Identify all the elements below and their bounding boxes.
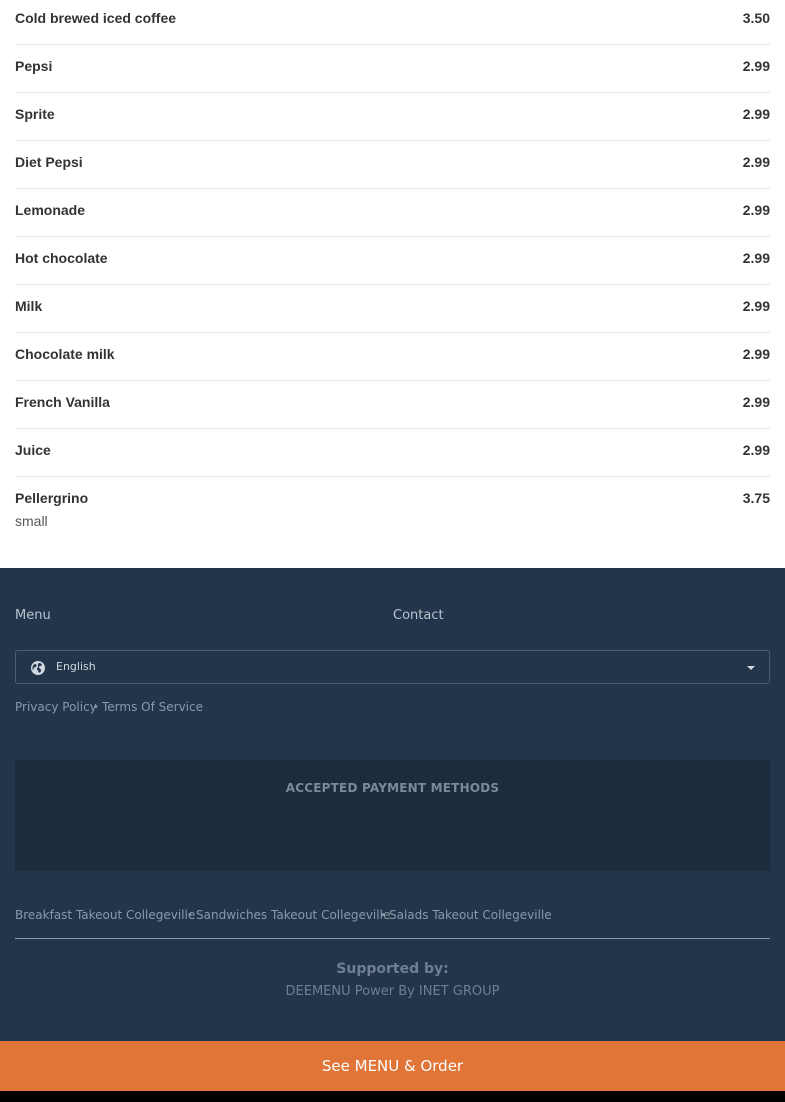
category-link[interactable]: Salads Takeout Collegeville: [389, 908, 552, 923]
cta-label: See MENU & Order: [321, 1057, 464, 1075]
item-divider: [15, 284, 770, 285]
menu-item[interactable]: Chocolate milk 2.99: [15, 346, 770, 366]
item-name: Cold brewed iced coffee: [15, 10, 177, 26]
item-divider: [15, 188, 770, 189]
privacy-policy-link[interactable]: Privacy Policy: [15, 700, 97, 715]
menu-item[interactable]: Cold brewed iced coffee 3.50: [15, 10, 770, 30]
menu-list: Cold brewed iced coffee 3.50 Pepsi 2.99 …: [0, 0, 785, 568]
separator-dot: •: [93, 702, 99, 713]
menu-item[interactable]: Pepsi 2.99: [15, 58, 770, 78]
item-price: 3.75: [742, 490, 770, 506]
separator-dot: •: [380, 910, 386, 921]
footer-divider: [15, 938, 770, 939]
item-divider: [15, 44, 770, 45]
item-price: 2.99: [742, 202, 770, 218]
menu-item[interactable]: Diet Pepsi 2.99: [15, 154, 770, 174]
item-price: 2.99: [742, 154, 770, 170]
footer-contact-link[interactable]: Contact: [393, 608, 444, 624]
menu-item[interactable]: French Vanilla 2.99: [15, 394, 770, 414]
item-price: 2.99: [742, 250, 770, 266]
menu-item[interactable]: Juice 2.99: [15, 442, 770, 462]
item-name: Lemonade: [15, 202, 86, 218]
language-label: English: [56, 660, 96, 673]
item-divider: [15, 140, 770, 141]
item-name: Juice: [15, 442, 51, 458]
payment-methods-panel: ACCEPTED PAYMENT METHODS: [15, 760, 770, 871]
footer: Menu Contact English Privacy Policy • Te…: [0, 568, 785, 1041]
item-name: Pepsi: [15, 58, 53, 74]
category-link[interactable]: Breakfast Takeout Collegeville: [15, 908, 195, 923]
menu-item[interactable]: Sprite 2.99: [15, 106, 770, 126]
item-price: 2.99: [742, 298, 770, 314]
menu-item[interactable]: Pellergrino 3.75 small: [15, 490, 770, 534]
item-divider: [15, 236, 770, 237]
item-divider: [15, 476, 770, 477]
menu-item[interactable]: Lemonade 2.99: [15, 202, 770, 222]
item-price: 2.99: [742, 58, 770, 74]
category-link[interactable]: Sandwiches Takeout Collegeville: [196, 908, 390, 923]
item-price: 2.99: [742, 442, 770, 458]
item-name: Chocolate milk: [15, 346, 115, 362]
item-price: 2.99: [742, 394, 770, 410]
caret-down-icon: [747, 666, 755, 670]
item-description: small: [15, 513, 48, 529]
item-divider: [15, 428, 770, 429]
item-price: 2.99: [742, 346, 770, 362]
item-name: Hot chocolate: [15, 250, 108, 266]
item-name: Sprite: [15, 106, 55, 122]
supported-by-text[interactable]: DEEMENU Power By INET GROUP: [0, 984, 785, 1000]
bottom-strip: [0, 1091, 785, 1102]
item-name: Pellergrino: [15, 490, 89, 506]
supported-by-title: Supported by:: [336, 961, 449, 977]
language-select[interactable]: English: [15, 650, 770, 684]
see-menu-order-button[interactable]: See MENU & Order: [0, 1041, 785, 1091]
item-name: Milk: [15, 298, 43, 314]
terms-of-service-link[interactable]: Terms Of Service: [102, 700, 203, 715]
item-price: 2.99: [742, 106, 770, 122]
item-name: Diet Pepsi: [15, 154, 83, 170]
item-price: 3.50: [742, 10, 770, 26]
footer-menu-link[interactable]: Menu: [15, 608, 51, 624]
item-divider: [15, 92, 770, 93]
item-name: French Vanilla: [15, 394, 110, 410]
menu-item[interactable]: Milk 2.99: [15, 298, 770, 318]
globe-icon: [31, 661, 45, 675]
item-divider: [15, 380, 770, 381]
separator-dot: •: [187, 910, 193, 921]
page: Cold brewed iced coffee 3.50 Pepsi 2.99 …: [0, 0, 785, 1102]
payment-methods-title: ACCEPTED PAYMENT METHODS: [285, 781, 500, 795]
item-divider: [15, 332, 770, 333]
menu-item[interactable]: Hot chocolate 2.99: [15, 250, 770, 270]
